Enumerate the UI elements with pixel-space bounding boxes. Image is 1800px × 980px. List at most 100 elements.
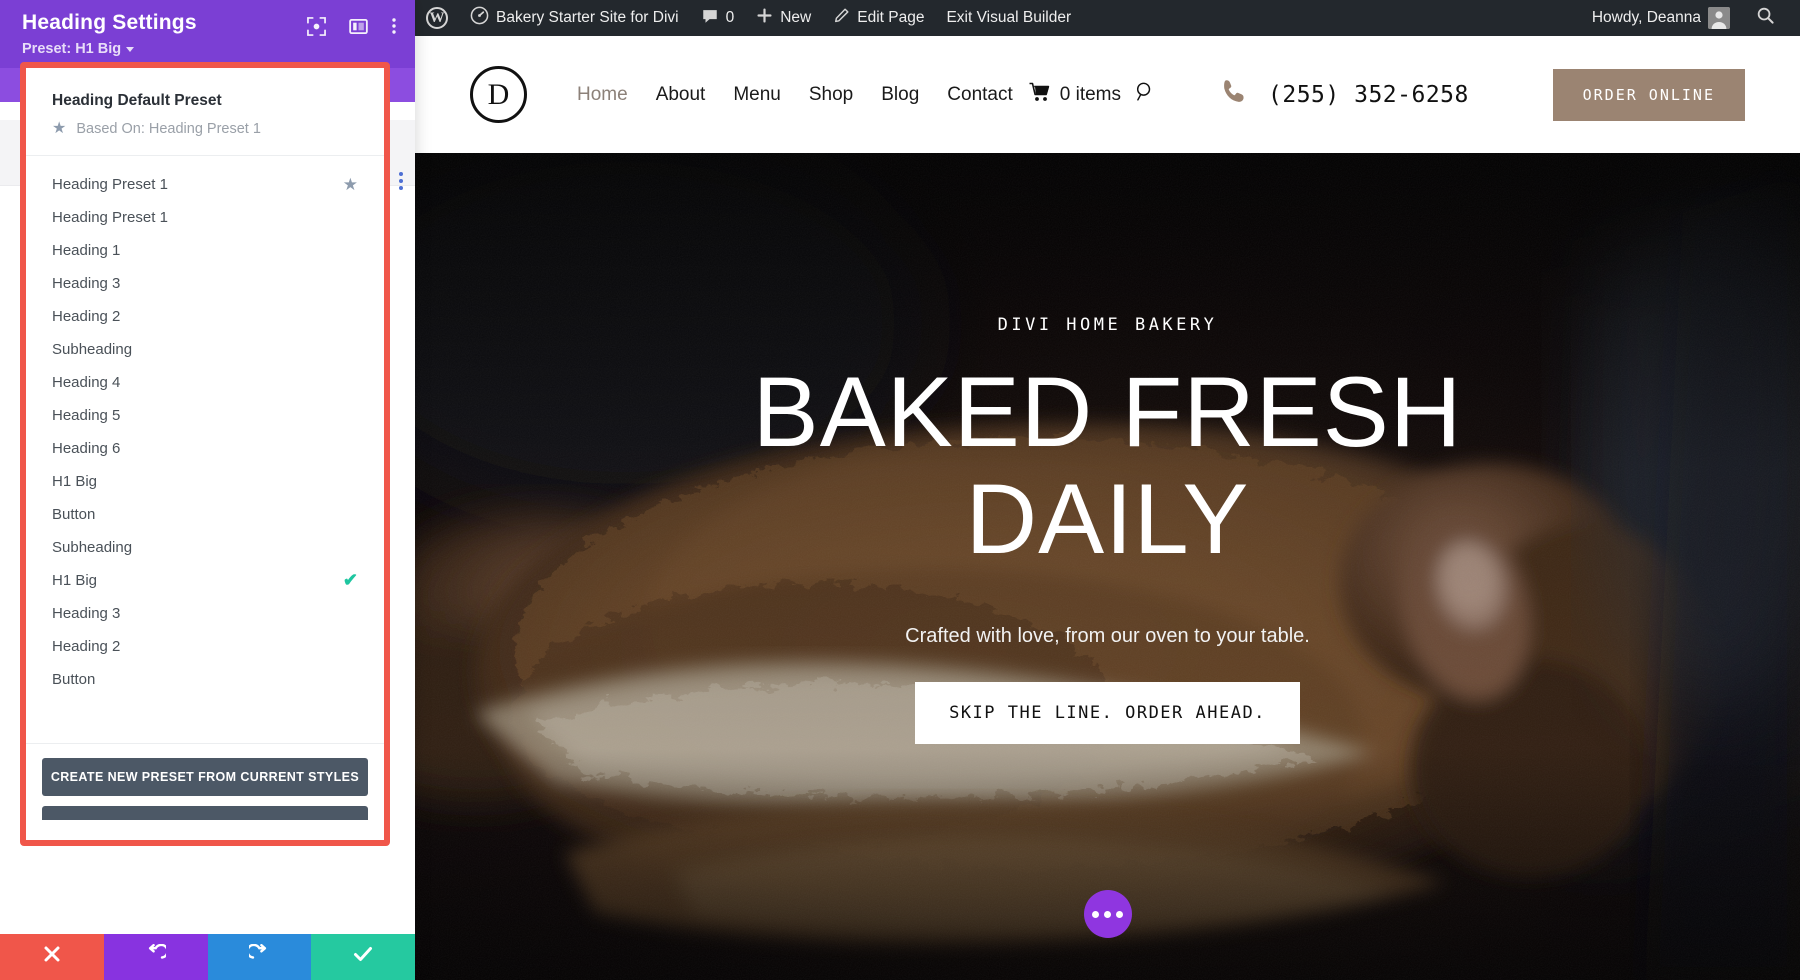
preset-selector-toggle[interactable]: Preset: H1 Big bbox=[22, 41, 395, 57]
preset-list: Heading Preset 1 ★ Heading Preset 1 Head… bbox=[26, 156, 384, 743]
preset-list-item-selected[interactable]: H1 Big ✔ bbox=[26, 564, 384, 597]
nav-item-home[interactable]: Home bbox=[563, 84, 642, 106]
preset-list-item[interactable]: Heading 4 bbox=[26, 366, 384, 399]
admin-bar-left-group: W Bakery Starter Site for Divi 0 New Edi… bbox=[415, 0, 1082, 36]
cart-link[interactable]: 0 items bbox=[1027, 82, 1121, 108]
admin-search-button[interactable] bbox=[1745, 0, 1786, 36]
preset-list-item[interactable]: Heading 3 bbox=[26, 597, 384, 630]
default-preset-block[interactable]: Heading Default Preset ★ Based On: Headi… bbox=[26, 68, 384, 156]
preset-list-item[interactable]: Heading 6 bbox=[26, 432, 384, 465]
wp-admin-bar: W Bakery Starter Site for Divi 0 New Edi… bbox=[415, 0, 1800, 36]
check-icon: ✔ bbox=[342, 570, 358, 590]
edit-page-button[interactable]: Edit Page bbox=[822, 0, 935, 36]
preset-item-label: Heading 2 bbox=[52, 308, 121, 325]
wp-logo-button[interactable]: W bbox=[415, 0, 459, 36]
hero-content: DIVI HOME BAKERY BAKED FRESH DAILY Craft… bbox=[415, 153, 1800, 744]
exit-visual-builder-button[interactable]: Exit Visual Builder bbox=[935, 0, 1082, 36]
preset-item-label: Button bbox=[52, 506, 96, 523]
preset-list-item[interactable]: Subheading bbox=[26, 333, 384, 366]
pencil-icon bbox=[833, 7, 850, 29]
fab-dot bbox=[1092, 910, 1099, 918]
preset-list-item[interactable]: Heading 2 bbox=[26, 300, 384, 333]
close-icon bbox=[43, 945, 61, 969]
panel-header-actions bbox=[307, 16, 397, 41]
preset-item-label: Subheading bbox=[52, 539, 133, 556]
hero-section: DIVI HOME BAKERY BAKED FRESH DAILY Craft… bbox=[415, 153, 1800, 980]
edit-page-label: Edit Page bbox=[857, 9, 925, 26]
hero-title-line-1: BAKED FRESH bbox=[752, 356, 1463, 467]
default-preset-name: Heading Default Preset bbox=[52, 92, 222, 109]
preset-list-item[interactable]: Heading 5 bbox=[26, 399, 384, 432]
visual-builder-canvas: D Home About Menu Shop Blog Contact 0 it… bbox=[415, 36, 1800, 980]
new-content-button[interactable]: New bbox=[745, 0, 822, 36]
order-online-button[interactable]: ORDER ONLINE bbox=[1552, 68, 1745, 121]
layout-columns-icon[interactable] bbox=[349, 17, 368, 41]
hero-eyebrow: DIVI HOME BAKERY bbox=[997, 315, 1218, 335]
preset-item-label: Heading 2 bbox=[52, 638, 121, 655]
wordpress-logo-icon: W bbox=[426, 7, 448, 29]
hero-cta-button[interactable]: SKIP THE LINE. ORDER AHEAD. bbox=[915, 681, 1300, 744]
plus-icon bbox=[756, 7, 773, 29]
secondary-preset-button-partial[interactable] bbox=[42, 806, 368, 820]
responsive-view-icon[interactable] bbox=[307, 16, 326, 41]
preset-modal-footer: CREATE NEW PRESET FROM CURRENT STYLES bbox=[26, 743, 384, 840]
site-search-button[interactable] bbox=[1121, 81, 1170, 108]
preset-item-label: Subheading bbox=[52, 341, 133, 358]
cancel-button[interactable] bbox=[0, 934, 104, 980]
site-name-label: Bakery Starter Site for Divi bbox=[496, 9, 679, 26]
site-header: D Home About Menu Shop Blog Contact 0 it… bbox=[415, 36, 1800, 153]
account-menu[interactable]: Howdy, Deanna bbox=[1581, 0, 1741, 36]
kebab-dot bbox=[399, 172, 403, 176]
preset-list-item[interactable]: Subheading bbox=[26, 531, 384, 564]
site-logo[interactable]: D bbox=[470, 66, 527, 123]
nav-item-blog[interactable]: Blog bbox=[867, 84, 933, 106]
phone-icon bbox=[1220, 77, 1250, 112]
settings-action-bar bbox=[0, 934, 415, 980]
kebab-dot bbox=[399, 186, 403, 190]
undo-button[interactable] bbox=[103, 934, 208, 980]
check-icon bbox=[353, 945, 373, 969]
kebab-menu-icon[interactable] bbox=[391, 16, 397, 41]
preset-item-label: Heading Preset 1 bbox=[52, 209, 168, 226]
preset-list-item[interactable]: Heading Preset 1 ★ bbox=[26, 168, 384, 201]
kebab-menu-icon[interactable] bbox=[399, 172, 403, 190]
dashboard-icon bbox=[470, 6, 489, 30]
preset-list-item[interactable]: Heading 2 bbox=[26, 630, 384, 663]
comments-button[interactable]: 0 bbox=[690, 0, 746, 36]
user-avatar bbox=[1708, 7, 1730, 29]
save-button[interactable] bbox=[311, 934, 415, 980]
preset-list-item[interactable]: Heading Preset 1 bbox=[26, 201, 384, 234]
nav-item-shop[interactable]: Shop bbox=[795, 84, 867, 106]
default-preset-based-on: ★ Based On: Heading Preset 1 bbox=[52, 121, 358, 138]
site-name-button[interactable]: Bakery Starter Site for Divi bbox=[459, 0, 690, 36]
preset-item-label: Heading 3 bbox=[52, 605, 121, 622]
preset-item-label: Heading 4 bbox=[52, 374, 121, 391]
new-label: New bbox=[780, 9, 812, 26]
preset-item-label: Heading 3 bbox=[52, 275, 121, 292]
redo-button[interactable] bbox=[207, 934, 312, 980]
preset-list-item[interactable]: H1 Big bbox=[26, 465, 384, 498]
preset-item-label: Heading 5 bbox=[52, 407, 121, 424]
preset-list-item[interactable]: Heading 1 bbox=[26, 234, 384, 267]
heading-settings-panel: Heading Settings Preset: H1 Big Heading … bbox=[0, 0, 415, 980]
undo-icon bbox=[146, 943, 169, 970]
fab-dot bbox=[1104, 910, 1111, 918]
fab-dot bbox=[1116, 910, 1123, 918]
create-new-preset-button[interactable]: CREATE NEW PRESET FROM CURRENT STYLES bbox=[42, 758, 368, 796]
more-options-icon[interactable] bbox=[1083, 890, 1132, 938]
redo-icon bbox=[246, 943, 269, 970]
nav-item-about[interactable]: About bbox=[642, 84, 720, 106]
nav-item-menu[interactable]: Menu bbox=[719, 84, 795, 106]
search-icon bbox=[1135, 81, 1156, 108]
star-icon: ★ bbox=[342, 174, 358, 194]
preset-list-item[interactable]: Heading 3 bbox=[26, 267, 384, 300]
primary-nav: Home About Menu Shop Blog Contact 0 item… bbox=[563, 81, 1170, 108]
preset-list-item[interactable]: Button bbox=[26, 498, 384, 531]
nav-item-contact[interactable]: Contact bbox=[933, 84, 1026, 106]
based-on-label: Based On: Heading Preset 1 bbox=[76, 121, 261, 137]
phone-block[interactable]: (255) 352-6258 bbox=[1220, 77, 1469, 112]
comment-icon bbox=[701, 7, 719, 30]
comment-count: 0 bbox=[725, 9, 735, 26]
preset-list-item[interactable]: Button bbox=[26, 663, 384, 696]
howdy-label: Howdy, Deanna bbox=[1591, 9, 1701, 26]
